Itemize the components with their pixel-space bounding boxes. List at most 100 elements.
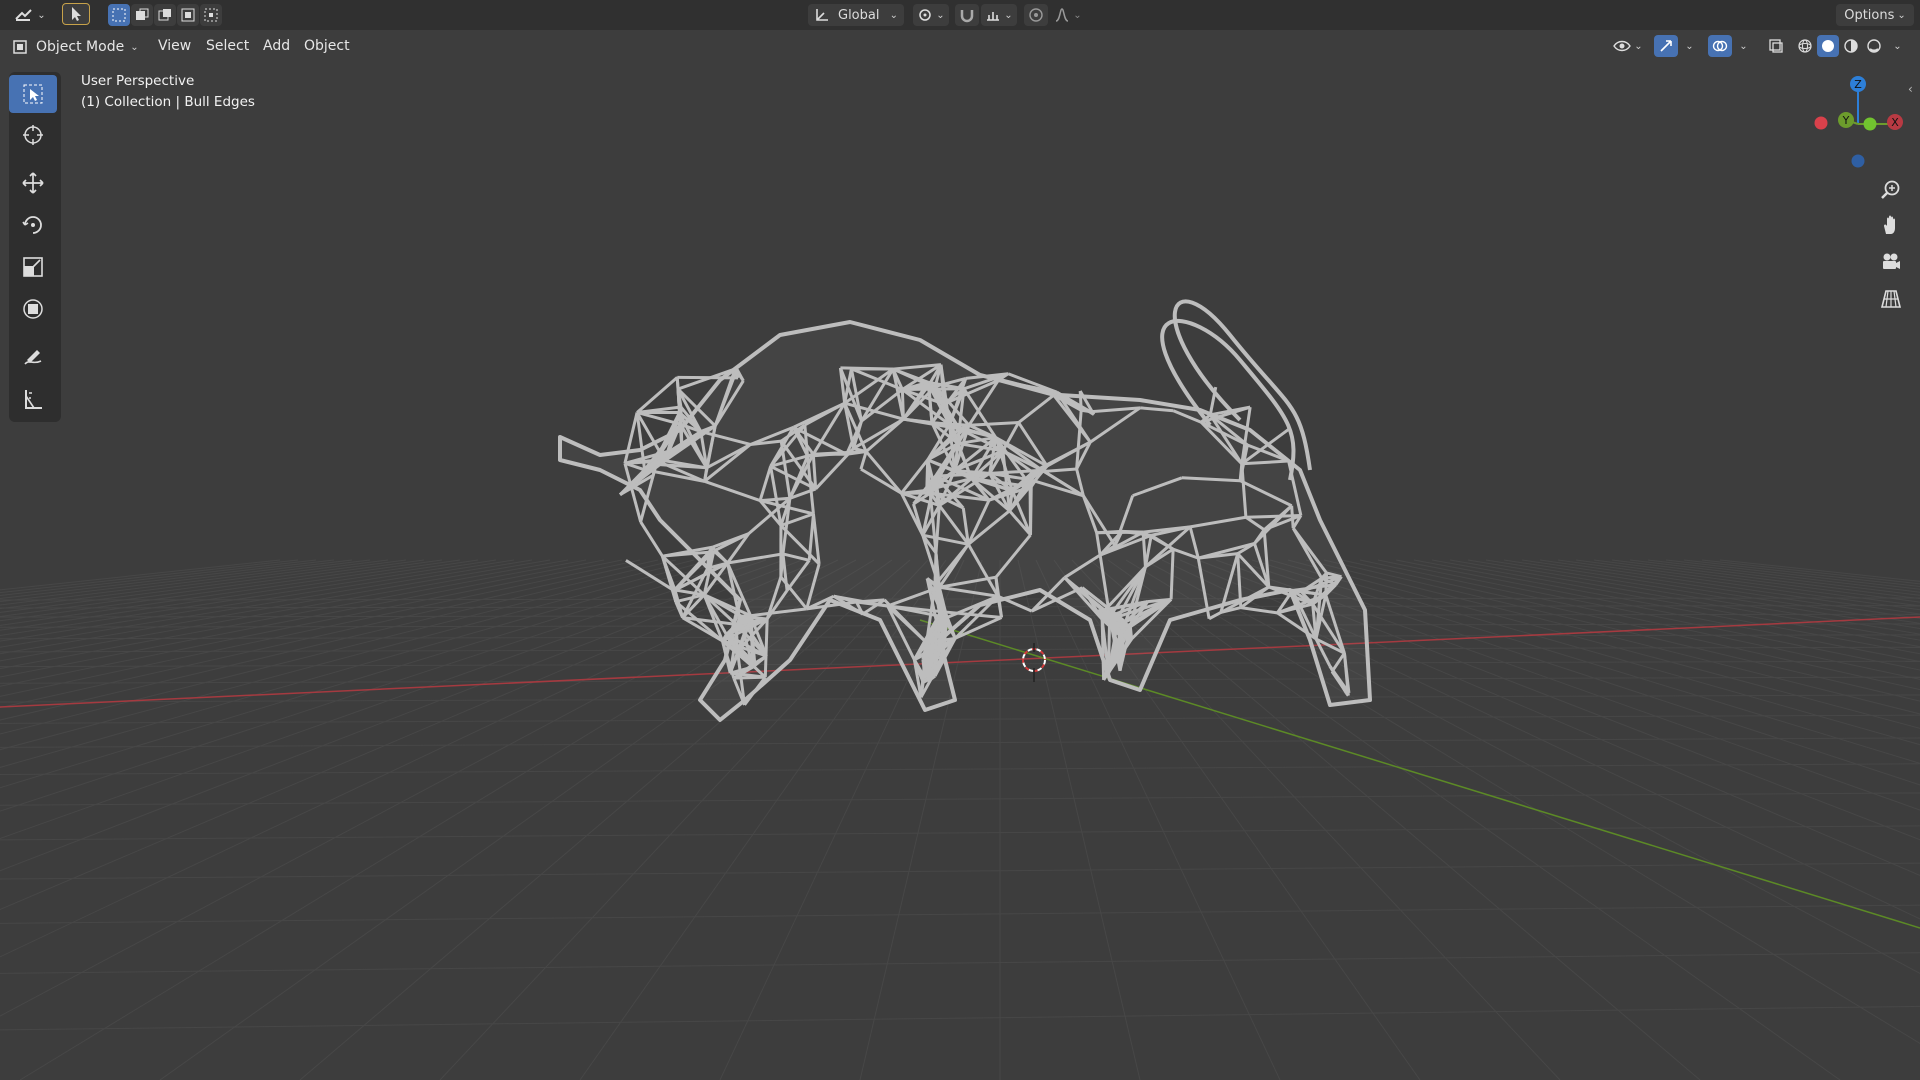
zoom-icon xyxy=(1881,180,1900,199)
viewport-header: Object Mode ⌄ View Select Add Object ⌄ ⌄… xyxy=(0,30,1920,62)
tool-select-box[interactable] xyxy=(9,75,57,113)
transform-orientation-select[interactable]: Global ⌄ xyxy=(808,4,904,26)
proportional-edit-icon xyxy=(1029,8,1043,22)
sidebar-toggle-icon[interactable]: ‹ xyxy=(1908,82,1913,96)
object-mode-select[interactable]: Object Mode ⌄ xyxy=(12,35,142,59)
transform-icon xyxy=(23,299,43,319)
3d-viewport[interactable] xyxy=(0,0,1920,1080)
chevron-down-icon: ⌄ xyxy=(936,9,945,21)
gizmo-y-label: Y xyxy=(1842,114,1850,127)
move-icon xyxy=(22,172,44,194)
camera-icon xyxy=(1883,253,1900,269)
rotate-icon xyxy=(22,216,42,234)
chevron-down-icon: ⌄ xyxy=(1739,40,1748,52)
tool-scale[interactable] xyxy=(9,248,57,286)
object-mode-label: Object Mode xyxy=(36,39,125,55)
overlays-toggle[interactable] xyxy=(1708,35,1732,57)
snap-toggle[interactable] xyxy=(955,4,979,26)
gizmo-z-negative xyxy=(1851,154,1865,168)
annotate-icon xyxy=(24,350,42,365)
tool-cursor[interactable] xyxy=(9,116,57,154)
snap-target-select[interactable]: ⌄ xyxy=(981,4,1017,26)
overlays-icon xyxy=(1712,40,1728,52)
zoom-button[interactable] xyxy=(1876,174,1906,204)
select-extend-icon xyxy=(136,8,149,20)
select-mode-subtract-button[interactable] xyxy=(154,4,176,26)
snap-increment-icon xyxy=(987,12,1000,21)
chevron-down-icon: ⌄ xyxy=(130,41,139,53)
magnet-icon xyxy=(960,10,974,23)
gizmo-x-label: X xyxy=(1891,116,1899,129)
orientation-axes-icon xyxy=(816,9,828,21)
tool-annotate[interactable] xyxy=(9,338,57,376)
proportional-edit-toggle[interactable] xyxy=(1024,4,1048,26)
select-mode-invert-button[interactable] xyxy=(177,4,199,26)
proportional-falloff-select[interactable]: ⌄ xyxy=(1050,4,1086,26)
select-subtract-icon xyxy=(158,9,171,21)
chevron-down-icon: ⌄ xyxy=(1897,9,1906,21)
shading-rendered-button[interactable] xyxy=(1863,35,1885,57)
select-new-icon xyxy=(112,8,126,22)
shading-material-button[interactable] xyxy=(1840,35,1862,57)
xray-toggle[interactable] xyxy=(1764,35,1788,57)
pivot-point-select[interactable]: ⌄ xyxy=(913,4,949,26)
overlays-options[interactable]: ⌄ xyxy=(1734,35,1750,57)
menu-add[interactable]: Add xyxy=(259,36,294,56)
chevron-down-icon: ⌄ xyxy=(1004,9,1013,21)
select-mode-extend-button[interactable] xyxy=(131,4,153,26)
visibility-select[interactable]: ⌄ xyxy=(1610,35,1646,57)
tool-transform[interactable] xyxy=(9,290,57,328)
grid-ortho-icon xyxy=(1880,290,1902,308)
navigation-gizmo[interactable]: Z Y X xyxy=(1800,72,1910,172)
chevron-down-icon: ⌄ xyxy=(1893,40,1902,52)
shading-wireframe-button[interactable] xyxy=(1794,35,1816,57)
select-tool-toggle[interactable] xyxy=(62,3,90,25)
gizmo-x-negative xyxy=(1814,116,1828,130)
ortho-toggle-button[interactable] xyxy=(1876,284,1906,314)
active-collection-label: (1) Collection | Bull Edges xyxy=(81,94,255,110)
camera-view-button[interactable] xyxy=(1876,247,1906,277)
options-label: Options xyxy=(1844,7,1895,23)
select-mode-new-button[interactable] xyxy=(108,4,130,26)
menu-select[interactable]: Select xyxy=(202,36,253,56)
view-perspective-label: User Perspective xyxy=(81,73,195,89)
chevron-down-icon: ⌄ xyxy=(1634,40,1643,52)
wireframe-sphere-icon xyxy=(1798,39,1812,53)
tool-rotate[interactable] xyxy=(9,206,57,244)
pivot-icon xyxy=(919,9,932,21)
chevron-down-icon: ⌄ xyxy=(889,9,898,21)
hand-pan-icon xyxy=(1884,215,1895,234)
eye-icon xyxy=(1613,40,1632,52)
material-sphere-icon xyxy=(1844,39,1858,53)
rendered-sphere-icon xyxy=(1867,39,1881,53)
chevron-down-icon: ⌄ xyxy=(37,9,46,21)
pan-button[interactable] xyxy=(1876,210,1906,240)
xray-icon xyxy=(1769,39,1783,53)
select-mode-intersect-button[interactable] xyxy=(200,4,222,26)
editor-type-button[interactable]: ⌄ xyxy=(12,4,48,26)
tool-measure[interactable] xyxy=(9,380,57,418)
gizmo-toggle[interactable] xyxy=(1654,35,1678,57)
options-dropdown[interactable]: Options ⌄ xyxy=(1836,4,1914,26)
chevron-down-icon: ⌄ xyxy=(1073,9,1082,21)
transform-orientation-label: Global xyxy=(838,7,880,23)
cursor-arrow-icon xyxy=(72,7,81,21)
gizmo-y-negative xyxy=(1863,117,1877,131)
shading-solid-button[interactable] xyxy=(1817,35,1839,57)
select-invert-icon xyxy=(181,8,195,22)
chevron-down-icon: ⌄ xyxy=(1685,40,1694,52)
measure-icon xyxy=(25,390,42,409)
shading-options[interactable]: ⌄ xyxy=(1888,35,1904,57)
cursor-icon xyxy=(23,125,43,145)
editor-type-icon xyxy=(15,9,33,21)
menu-view[interactable]: View xyxy=(154,36,195,56)
select-box-icon xyxy=(23,84,43,104)
select-intersect-icon xyxy=(204,8,218,22)
falloff-curve-icon xyxy=(1056,8,1069,22)
scale-icon xyxy=(23,257,43,277)
tool-move[interactable] xyxy=(9,164,57,202)
solid-sphere-icon xyxy=(1822,40,1834,52)
menu-object[interactable]: Object xyxy=(300,36,354,56)
gizmo-icon xyxy=(1660,40,1672,52)
gizmo-options[interactable]: ⌄ xyxy=(1680,35,1696,57)
